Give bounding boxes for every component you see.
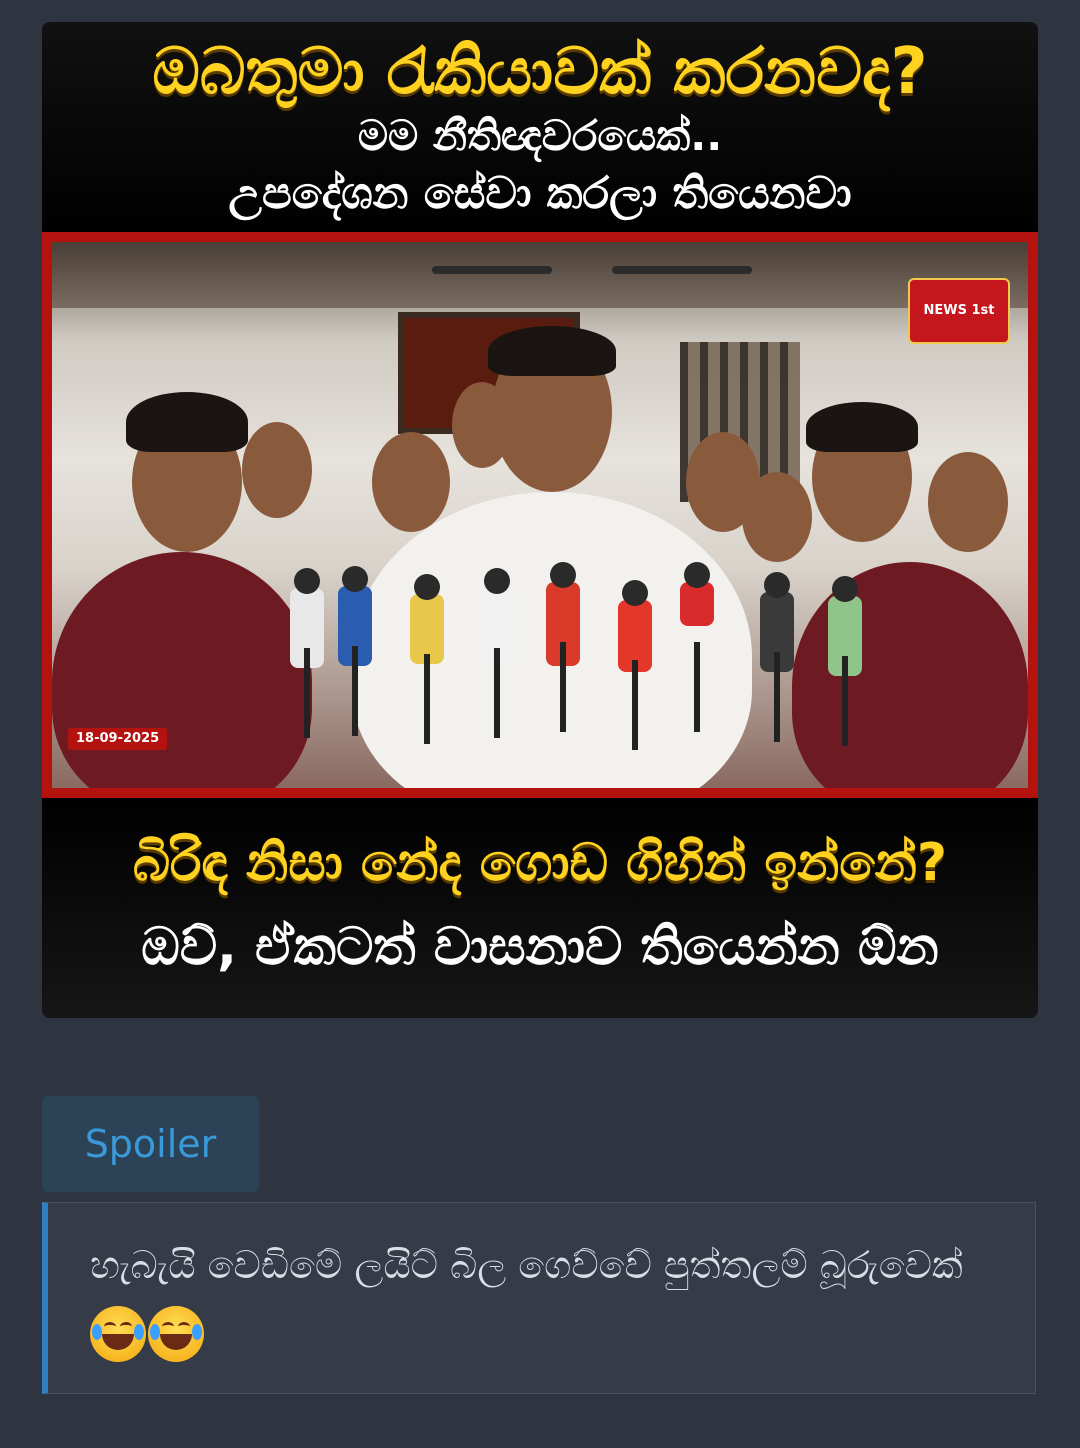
microphone — [546, 562, 580, 732]
person-left-hair — [126, 392, 248, 452]
microphone — [290, 568, 324, 738]
spoiler-button[interactable]: Spoiler — [42, 1096, 259, 1192]
person-background-head — [742, 472, 812, 562]
microphone — [618, 580, 652, 750]
post-image[interactable]: ඔබතුමා රැකියාවක් කරනවද? මම නීතිඥවරයෙක්..… — [42, 22, 1038, 1018]
headline-bottom-banner: බිරිඳ නිසා නේද ගොඩ ගිහින් ඉන්නේ? ඔව්, ඒක… — [42, 798, 1038, 1018]
headline-question: ඔබතුමා රැකියාවක් කරනවද? — [152, 35, 928, 109]
headline-bottom-answer: ඔව්, ඒකටත් වාසනාව තියෙන්න ඕන — [141, 917, 939, 977]
spoiler-content: හැබැයි වෙඩිමේ ලයිට් බිල ගෙව්වේ පුත්තලම් … — [42, 1202, 1036, 1394]
spoiler-text: හැබැයි වෙඩිමේ ලයිට් බිල ගෙව්වේ පුත්තලම් … — [90, 1243, 963, 1287]
headline-answer-line2: උපදේශන සේවා කරලා තියෙනවා — [228, 168, 852, 219]
person-background-head — [452, 382, 512, 468]
microphone — [760, 572, 794, 742]
photo-frame: NEWS 1st 18-09-2025 — [42, 232, 1038, 798]
tears-of-joy-emoji-icon — [90, 1306, 146, 1362]
person-right-hair — [806, 402, 918, 452]
person-background-head — [372, 432, 450, 532]
person-left — [52, 552, 312, 788]
person-center-hair — [488, 326, 616, 376]
person-right — [792, 562, 1028, 788]
microphone — [480, 568, 514, 738]
channel-logo: NEWS 1st — [908, 278, 1010, 344]
date-badge: 18-09-2025 — [68, 728, 168, 750]
microphone — [410, 574, 444, 744]
person-background-head — [928, 452, 1008, 552]
channel-logo-text: NEWS 1st — [923, 303, 995, 318]
person-background-head — [242, 422, 312, 518]
headline-top-banner: ඔබතුමා රැකියාවක් කරනවද? මම නීතිඥවරයෙක්..… — [42, 22, 1038, 232]
headline-bottom-question: බිරිඳ නිසා නේද ගොඩ ගිහින් ඉන්නේ? — [132, 833, 948, 893]
microphone — [338, 566, 372, 736]
spoiler-text-block: හැබැයි වෙඩිමේ ලයිට් බිල ගෙව්වේ පුත්තලම් … — [90, 1233, 970, 1364]
tears-of-joy-emoji-icon — [148, 1306, 204, 1362]
microphone — [828, 576, 862, 746]
microphone — [680, 562, 714, 732]
ceiling-fan-blade — [612, 266, 752, 274]
press-conference-photo: NEWS 1st 18-09-2025 — [52, 242, 1028, 788]
ceiling-fan-blade — [432, 266, 552, 274]
emoji-group — [90, 1300, 206, 1364]
ceiling — [52, 242, 1028, 308]
headline-answer-line1: මම නීතිඥවරයෙක්.. — [357, 111, 723, 160]
